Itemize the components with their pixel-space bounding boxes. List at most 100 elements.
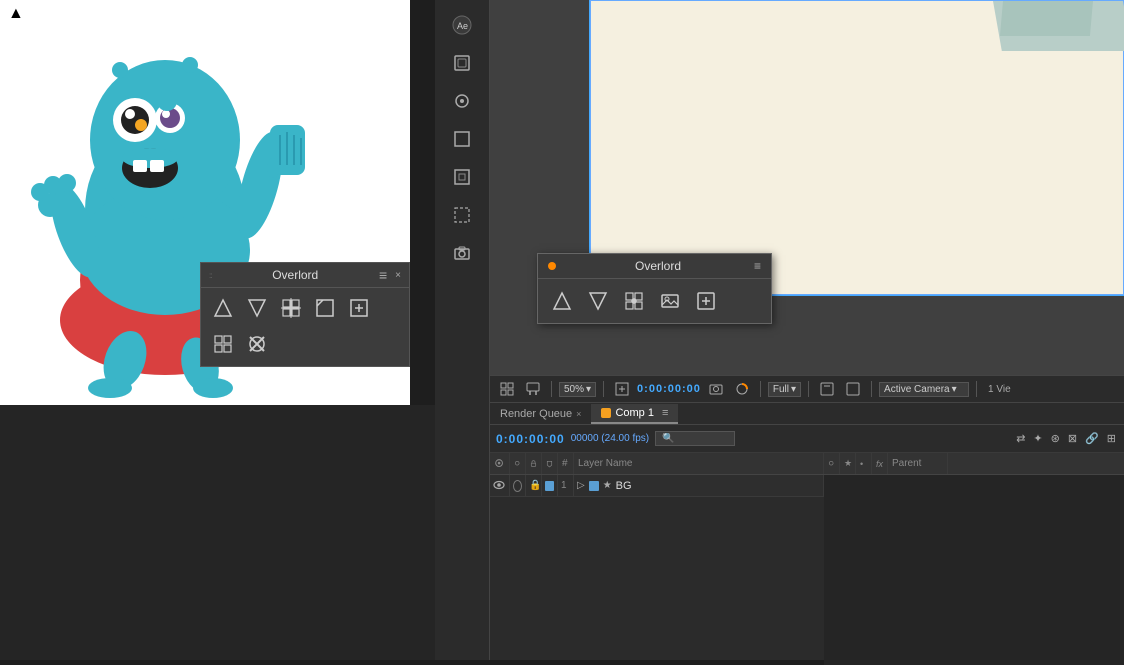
- tl-icon-group: ⇄ ✦ ⊛ ⊠ 🔗 ⊞: [1014, 430, 1118, 447]
- overlord-float-menu-btn[interactable]: ≡: [754, 259, 761, 273]
- tabs-area: Render Queue × Comp 1 ≡: [490, 403, 1124, 425]
- timeline-toolbar: 0:00:00:00 00000 (24.00 fps) ⇄ ✦ ⊛ ⊠ 🔗 ⊞: [490, 425, 1124, 453]
- lh-audio: [510, 453, 526, 474]
- left-panel: :: Overlord ≡ ×: [0, 0, 410, 660]
- tl-icon-1[interactable]: ⇄: [1014, 430, 1027, 447]
- vc-sep1: [551, 381, 552, 397]
- overlord-float-toolbar: [538, 279, 771, 323]
- vc-sep4: [808, 381, 809, 397]
- timeline-timecode: 0:00:00:00: [496, 432, 565, 446]
- float-tool-photo[interactable]: [656, 287, 684, 315]
- float-tool-triangle-down[interactable]: [584, 287, 612, 315]
- vc-zoom-label: 50%: [564, 384, 584, 395]
- vc-camera-dropdown[interactable]: Active Camera ▾: [879, 382, 969, 397]
- lr-vis-col: [490, 475, 510, 496]
- ae-tool-pen[interactable]: [447, 124, 477, 154]
- overlord-header-left: :: Overlord ≡ ×: [201, 263, 409, 288]
- tool-x-cross-left[interactable]: [243, 330, 271, 358]
- lh-parent: Parent: [888, 453, 948, 474]
- ae-tool-mask[interactable]: [447, 200, 477, 230]
- float-tool-triangle-up[interactable]: [548, 287, 576, 315]
- vc-view-text: 1 Vie: [988, 384, 1011, 395]
- timeline-fps: 00000 (24.00 fps): [571, 433, 649, 444]
- lr-color-indicator: [589, 481, 599, 491]
- tl-icon-2[interactable]: ✦: [1031, 430, 1044, 447]
- lr-solo-col: [510, 475, 526, 496]
- tl-icon-5[interactable]: 🔗: [1083, 430, 1101, 447]
- vc-camera-label: Active Camera: [884, 384, 950, 395]
- tool-grid4-left[interactable]: [209, 330, 237, 358]
- lr-solo-btn[interactable]: [513, 480, 522, 492]
- lr-num: 1: [561, 480, 567, 491]
- svg-text:Ae: Ae: [457, 21, 468, 31]
- timeline-search-input[interactable]: [655, 431, 735, 446]
- cursor-arrow: ▲: [8, 5, 24, 23]
- vc-render-btn1[interactable]: [816, 380, 838, 398]
- tab-comp1-menu[interactable]: ≡: [662, 407, 668, 419]
- overlord-float-title: Overlord: [635, 259, 681, 273]
- ae-tool-select[interactable]: [447, 48, 477, 78]
- ae-tool-shape[interactable]: [447, 162, 477, 192]
- window-controls: [548, 262, 556, 270]
- vc-camera-btn[interactable]: [705, 380, 727, 398]
- tool-triangle-up-left[interactable]: [209, 294, 237, 322]
- vc-timecode: 0:00:00:00: [637, 383, 701, 395]
- vc-fit-btn[interactable]: [611, 380, 633, 398]
- vc-magnet-btn[interactable]: [522, 380, 544, 398]
- vc-sep5: [871, 381, 872, 397]
- tool-box-corner-left[interactable]: [311, 294, 339, 322]
- vc-render-btn2[interactable]: [842, 380, 864, 398]
- vc-quality-arrow: ▾: [791, 384, 796, 395]
- timeline-area: 0:00:00:00 00000 (24.00 fps) ⇄ ✦ ⊛ ⊠ 🔗 ⊞: [490, 425, 1124, 660]
- layer-vis-btn[interactable]: [493, 478, 506, 494]
- tool-plus-box-left[interactable]: [345, 294, 373, 322]
- grip-dots-left: ::: [209, 271, 211, 280]
- tl-icon-4[interactable]: ⊠: [1066, 430, 1079, 447]
- tab-render-queue[interactable]: Render Queue ×: [490, 405, 591, 423]
- lr-color-col: [542, 475, 558, 496]
- vc-grid-btn[interactable]: [496, 380, 518, 398]
- canvas-teal-shape2: [1000, 1, 1093, 36]
- lh-dot: •: [856, 453, 872, 474]
- ae-tool-camera[interactable]: [447, 238, 477, 268]
- lr-lock-col: 🔒: [526, 475, 542, 496]
- tl-icon-6[interactable]: ⊞: [1105, 430, 1118, 447]
- tl-icon-3[interactable]: ⊛: [1049, 430, 1062, 447]
- vc-camera-arrow: ▾: [952, 384, 957, 395]
- tab-comp1[interactable]: Comp 1 ≡: [591, 404, 678, 424]
- lh-lock: [526, 453, 542, 474]
- lh-num: #: [558, 453, 574, 474]
- vc-zoom-dropdown[interactable]: 50% ▾: [559, 382, 596, 397]
- vc-quality-label: Full: [773, 384, 789, 395]
- viewer-controls-bar: 50% ▾ 0:00:00:00 Full ▾ Active Camera ▾: [490, 375, 1124, 403]
- float-tool-grid-dot[interactable]: [620, 287, 648, 315]
- tool-triangle-down-left[interactable]: [243, 294, 271, 322]
- layer-header-row: # Layer Name ★ • fx Parent: [490, 453, 1124, 475]
- lh-fx: fx: [872, 453, 888, 474]
- ae-tool-move[interactable]: [447, 86, 477, 116]
- lh-tag: [542, 453, 558, 474]
- tab-comp1-label: Comp 1: [615, 407, 654, 419]
- tab-render-queue-label: Render Queue: [500, 408, 572, 420]
- lr-name: BG: [616, 480, 632, 492]
- vc-view-label[interactable]: 1 Vie: [984, 382, 1015, 397]
- float-tool-plus-box[interactable]: [692, 287, 720, 315]
- overlord-menu-btn-left[interactable]: ≡: [379, 267, 387, 283]
- vc-sep3: [760, 381, 761, 397]
- lr-lock-btn[interactable]: 🔒: [529, 480, 541, 491]
- window-dot-orange[interactable]: [548, 262, 556, 270]
- tool-grid-cross-left[interactable]: [277, 294, 305, 322]
- vc-quality-dropdown[interactable]: Full ▾: [768, 382, 801, 397]
- vc-colorwheel-btn[interactable]: [731, 380, 753, 398]
- lh-switches: [824, 453, 840, 474]
- tab-render-queue-close[interactable]: ×: [576, 409, 581, 419]
- overlord-close-btn-left[interactable]: ×: [395, 270, 401, 281]
- lr-expand-btn[interactable]: ▷: [577, 480, 585, 491]
- overlord-float-header: Overlord ≡: [538, 254, 771, 279]
- ae-left-toolbar: Ae: [435, 0, 490, 660]
- comp-canvas: [590, 0, 1124, 295]
- lr-color-box[interactable]: [545, 481, 554, 491]
- lr-star[interactable]: ★: [603, 480, 612, 491]
- lh-layer-name: Layer Name: [574, 453, 824, 474]
- lh-vis: [490, 453, 510, 474]
